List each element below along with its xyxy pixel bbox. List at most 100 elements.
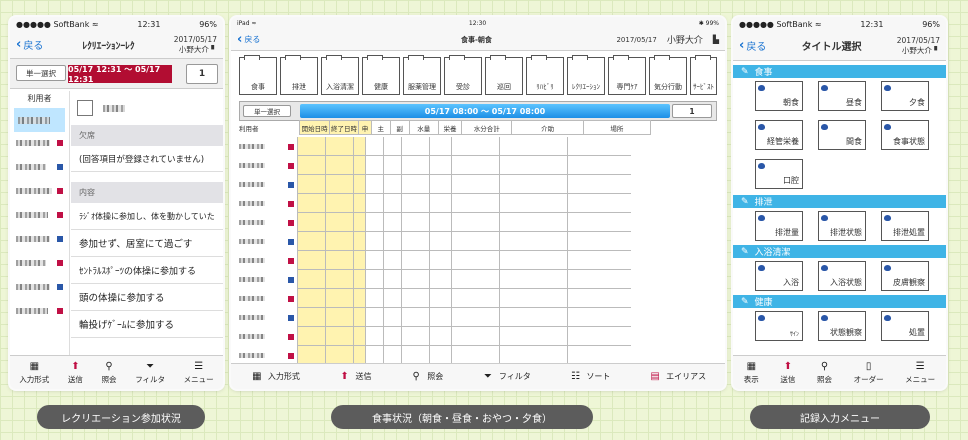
table-cell[interactable] [567, 289, 631, 308]
table-cell[interactable] [429, 289, 451, 308]
table-row[interactable] [239, 289, 651, 308]
table-cell[interactable] [401, 156, 429, 175]
send-button[interactable]: ⬆ 送信 [68, 361, 83, 385]
table-cell[interactable] [365, 308, 383, 327]
table-row[interactable] [239, 308, 651, 327]
folder-bathing[interactable]: 入浴清潔 [321, 55, 359, 95]
table-cell[interactable] [451, 213, 499, 232]
folder-recreation[interactable]: ﾚｸﾘｴｰｼｮﾝ [567, 55, 605, 95]
table-cell[interactable] [365, 156, 383, 175]
page-number[interactable]: 1 [186, 64, 218, 84]
table-cell[interactable] [451, 270, 499, 289]
table-cell[interactable] [567, 175, 631, 194]
table-cell[interactable] [383, 213, 401, 232]
table-cell[interactable] [429, 327, 451, 346]
table-cell[interactable] [353, 270, 365, 289]
search-button[interactable]: ⚲ 照会 [817, 361, 832, 385]
page-number[interactable]: 1 [672, 104, 712, 118]
table-cell[interactable] [499, 137, 567, 156]
title-tile[interactable]: 間食 [818, 120, 866, 150]
table-cell[interactable] [401, 194, 429, 213]
table-cell[interactable] [297, 270, 325, 289]
table-cell[interactable] [567, 308, 631, 327]
table-cell[interactable] [365, 289, 383, 308]
table-cell[interactable] [353, 194, 365, 213]
table-cell[interactable] [353, 308, 365, 327]
table-cell[interactable] [499, 251, 567, 270]
table-cell[interactable] [365, 232, 383, 251]
table-cell[interactable] [353, 251, 365, 270]
user-row[interactable] [16, 188, 63, 194]
order-button[interactable]: ▯ オーダー [854, 361, 884, 385]
table-cell[interactable] [383, 175, 401, 194]
table-cell[interactable] [383, 156, 401, 175]
table-row[interactable] [239, 156, 651, 175]
table-cell[interactable] [365, 327, 383, 346]
table-cell[interactable] [401, 289, 429, 308]
option-item[interactable]: 輪投げｹﾞｰﾑに参加する [71, 311, 223, 338]
folder-mood[interactable]: 気分行動 [649, 55, 687, 95]
table-row[interactable] [239, 232, 651, 251]
table-cell[interactable] [297, 137, 325, 156]
option-item[interactable]: (回答項目が登録されていません) [71, 146, 223, 172]
menu-button[interactable]: ☰ メニュー [184, 361, 214, 385]
folder-excretion[interactable]: 排泄 [280, 55, 318, 95]
table-cell[interactable] [325, 232, 353, 251]
user-row[interactable] [16, 164, 63, 170]
table-cell[interactable] [365, 137, 383, 156]
table-cell[interactable] [353, 232, 365, 251]
folder-health[interactable]: 健康 [362, 55, 400, 95]
table-row[interactable] [239, 194, 651, 213]
title-tile[interactable]: 夕食 [881, 81, 929, 111]
table-cell[interactable] [325, 251, 353, 270]
title-tile[interactable]: 排泄量 [755, 211, 803, 241]
table-cell[interactable] [401, 270, 429, 289]
table-cell[interactable] [383, 308, 401, 327]
title-tile[interactable]: 入浴 [755, 261, 803, 291]
search-button[interactable]: ⚲ 照会 [102, 361, 117, 385]
title-tile[interactable]: 入浴状態 [818, 261, 866, 291]
table-cell[interactable] [451, 289, 499, 308]
table-cell[interactable] [499, 156, 567, 175]
table-cell[interactable] [499, 213, 567, 232]
table-cell[interactable] [451, 175, 499, 194]
table-cell[interactable] [401, 175, 429, 194]
table-cell[interactable] [383, 327, 401, 346]
table-cell[interactable] [451, 156, 499, 175]
table-cell[interactable] [383, 194, 401, 213]
table-cell[interactable] [297, 308, 325, 327]
table-cell[interactable] [429, 137, 451, 156]
table-cell[interactable] [353, 289, 365, 308]
table-cell[interactable] [353, 175, 365, 194]
table-cell[interactable] [383, 251, 401, 270]
table-cell[interactable] [383, 232, 401, 251]
user-row[interactable] [16, 140, 63, 146]
table-cell[interactable] [383, 289, 401, 308]
table-cell[interactable] [325, 327, 353, 346]
table-cell[interactable] [429, 251, 451, 270]
table-row[interactable] [239, 137, 651, 156]
table-cell[interactable] [353, 156, 365, 175]
table-cell[interactable] [353, 213, 365, 232]
table-cell[interactable] [499, 270, 567, 289]
filter-button[interactable]: ⏷ フィルタ [135, 361, 165, 385]
folder-patrol[interactable]: 巡回 [485, 55, 523, 95]
date-range[interactable]: 05/17 08:00 ～ 05/17 08:00 [300, 104, 670, 118]
option-item[interactable]: ｾﾝﾄﾗﾙｽﾎﾟｰﾂの体操に参加する [71, 257, 223, 284]
table-cell[interactable] [499, 232, 567, 251]
table-cell[interactable] [297, 156, 325, 175]
table-cell[interactable] [429, 156, 451, 175]
table-cell[interactable] [297, 213, 325, 232]
folder-rehab[interactable]: ﾘﾊﾋﾞﾘ [526, 55, 564, 95]
table-cell[interactable] [401, 232, 429, 251]
table-cell[interactable] [325, 213, 353, 232]
option-item[interactable]: 頭の体操に参加する [71, 284, 223, 311]
menu-button[interactable]: ☰ メニュー [905, 361, 935, 385]
back-button[interactable]: ‹ 戻る [16, 37, 43, 52]
table-cell[interactable] [567, 156, 631, 175]
user-row[interactable] [16, 212, 63, 218]
search-button[interactable]: ⚲ 照会 [409, 371, 444, 383]
table-cell[interactable] [429, 270, 451, 289]
option-item[interactable]: ﾗｼﾞｵ体操に参加し、体を動かしていた [71, 203, 223, 230]
table-cell[interactable] [499, 327, 567, 346]
